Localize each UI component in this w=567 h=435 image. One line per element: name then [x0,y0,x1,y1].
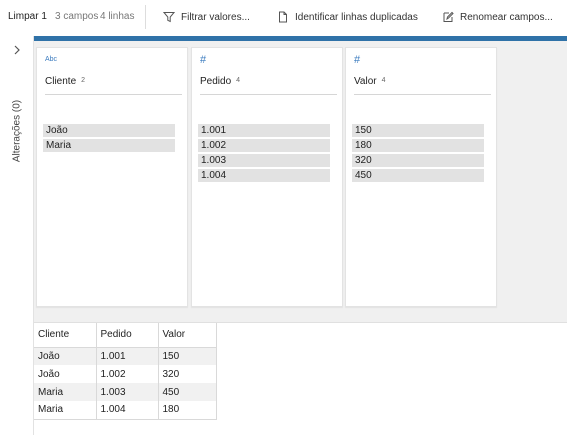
rename-fields-label: Renomear campos... [460,11,553,23]
data-grid: Cliente Pedido Valor João 1.001 150 João… [34,323,217,420]
identify-duplicates-button[interactable]: Identificar linhas duplicadas [277,9,418,25]
table-cell[interactable]: Maria [34,401,97,420]
rename-icon [442,11,454,23]
column-header-pedido[interactable]: Pedido [96,323,159,348]
table-cell[interactable]: 180 [158,401,217,420]
value-bar[interactable]: 1.001 [198,124,330,137]
value-bar[interactable]: Maria [43,139,175,152]
filter-values-label: Filtrar valores... [181,11,250,23]
value-bar[interactable]: João [43,124,175,137]
table-cell[interactable]: 1.002 [96,365,159,383]
filter-icon [163,11,175,23]
value-bar[interactable]: 150 [352,124,484,137]
changes-toggle[interactable]: Alterações (0) [12,100,23,162]
changes-pane: Alterações (0) [0,36,34,435]
field-name-label: Cliente [45,76,77,87]
table-cell[interactable]: 1.004 [96,401,159,420]
table-cell[interactable]: Maria [34,383,97,401]
value-list: João Maria [43,124,175,154]
card-divider [200,94,337,95]
table-cell[interactable]: João [34,347,97,365]
toolbar-divider [145,5,146,29]
filter-values-button[interactable]: Filtrar valores... [163,9,250,25]
table-cell[interactable]: 1.003 [96,383,159,401]
value-bar[interactable]: 1.004 [198,169,330,182]
profile-card-valor[interactable]: # Valor 4 150 180 320 450 [345,47,497,307]
field-name: Valor 4 [354,76,386,87]
table-row[interactable]: João 1.002 320 [34,365,217,383]
column-header-cliente[interactable]: Cliente [34,323,97,348]
distinct-count: 4 [236,77,241,84]
table-row[interactable]: Maria 1.003 450 [34,383,217,401]
duplicate-rows-icon [277,11,289,23]
table-cell[interactable]: 150 [158,347,217,365]
value-bar[interactable]: 450 [352,169,484,182]
profile-card-cliente[interactable]: Abc Cliente 2 João Maria [36,47,188,307]
chevron-right-icon[interactable] [12,44,22,56]
row-count: 4 linhas [100,11,135,22]
table-row[interactable]: João 1.001 150 [34,347,217,365]
table-cell[interactable]: João [34,365,97,383]
value-bar[interactable]: 180 [352,139,484,152]
value-bar[interactable]: 320 [352,154,484,167]
field-name: Pedido 4 [200,76,240,87]
value-list: 1.001 1.002 1.003 1.004 [198,124,330,184]
field-name-label: Pedido [200,76,232,87]
number-type-icon[interactable]: # [200,54,206,66]
table-cell[interactable]: 1.001 [96,347,159,365]
step-name: Limpar 1 [8,11,47,22]
identify-duplicates-label: Identificar linhas duplicadas [295,11,418,23]
table-cell[interactable]: 450 [158,383,217,401]
rename-fields-button[interactable]: Renomear campos... [442,9,553,25]
field-name: Cliente 2 [45,76,85,87]
distinct-count: 4 [381,77,386,84]
string-type-icon[interactable]: Abc [45,56,57,63]
card-divider [45,94,182,95]
column-header-valor[interactable]: Valor [158,323,217,348]
toolbar: Limpar 1 3 campos 4 linhas Filtrar valor… [0,0,567,36]
value-list: 150 180 320 450 [352,124,484,184]
distinct-count: 2 [81,77,86,84]
card-divider [354,94,491,95]
number-type-icon[interactable]: # [354,54,360,66]
field-count: 3 campos [55,11,99,22]
field-name-label: Valor [354,76,377,87]
profile-pane: Abc Cliente 2 João Maria # Pedido 4 1.001 … [34,41,567,322]
table-row[interactable]: Maria 1.004 180 [34,401,217,420]
table-cell[interactable]: 320 [158,365,217,383]
value-bar[interactable]: 1.003 [198,154,330,167]
value-bar[interactable]: 1.002 [198,139,330,152]
profile-card-pedido[interactable]: # Pedido 4 1.001 1.002 1.003 1.004 [191,47,343,307]
data-grid-pane: Cliente Pedido Valor João 1.001 150 João… [34,322,567,435]
